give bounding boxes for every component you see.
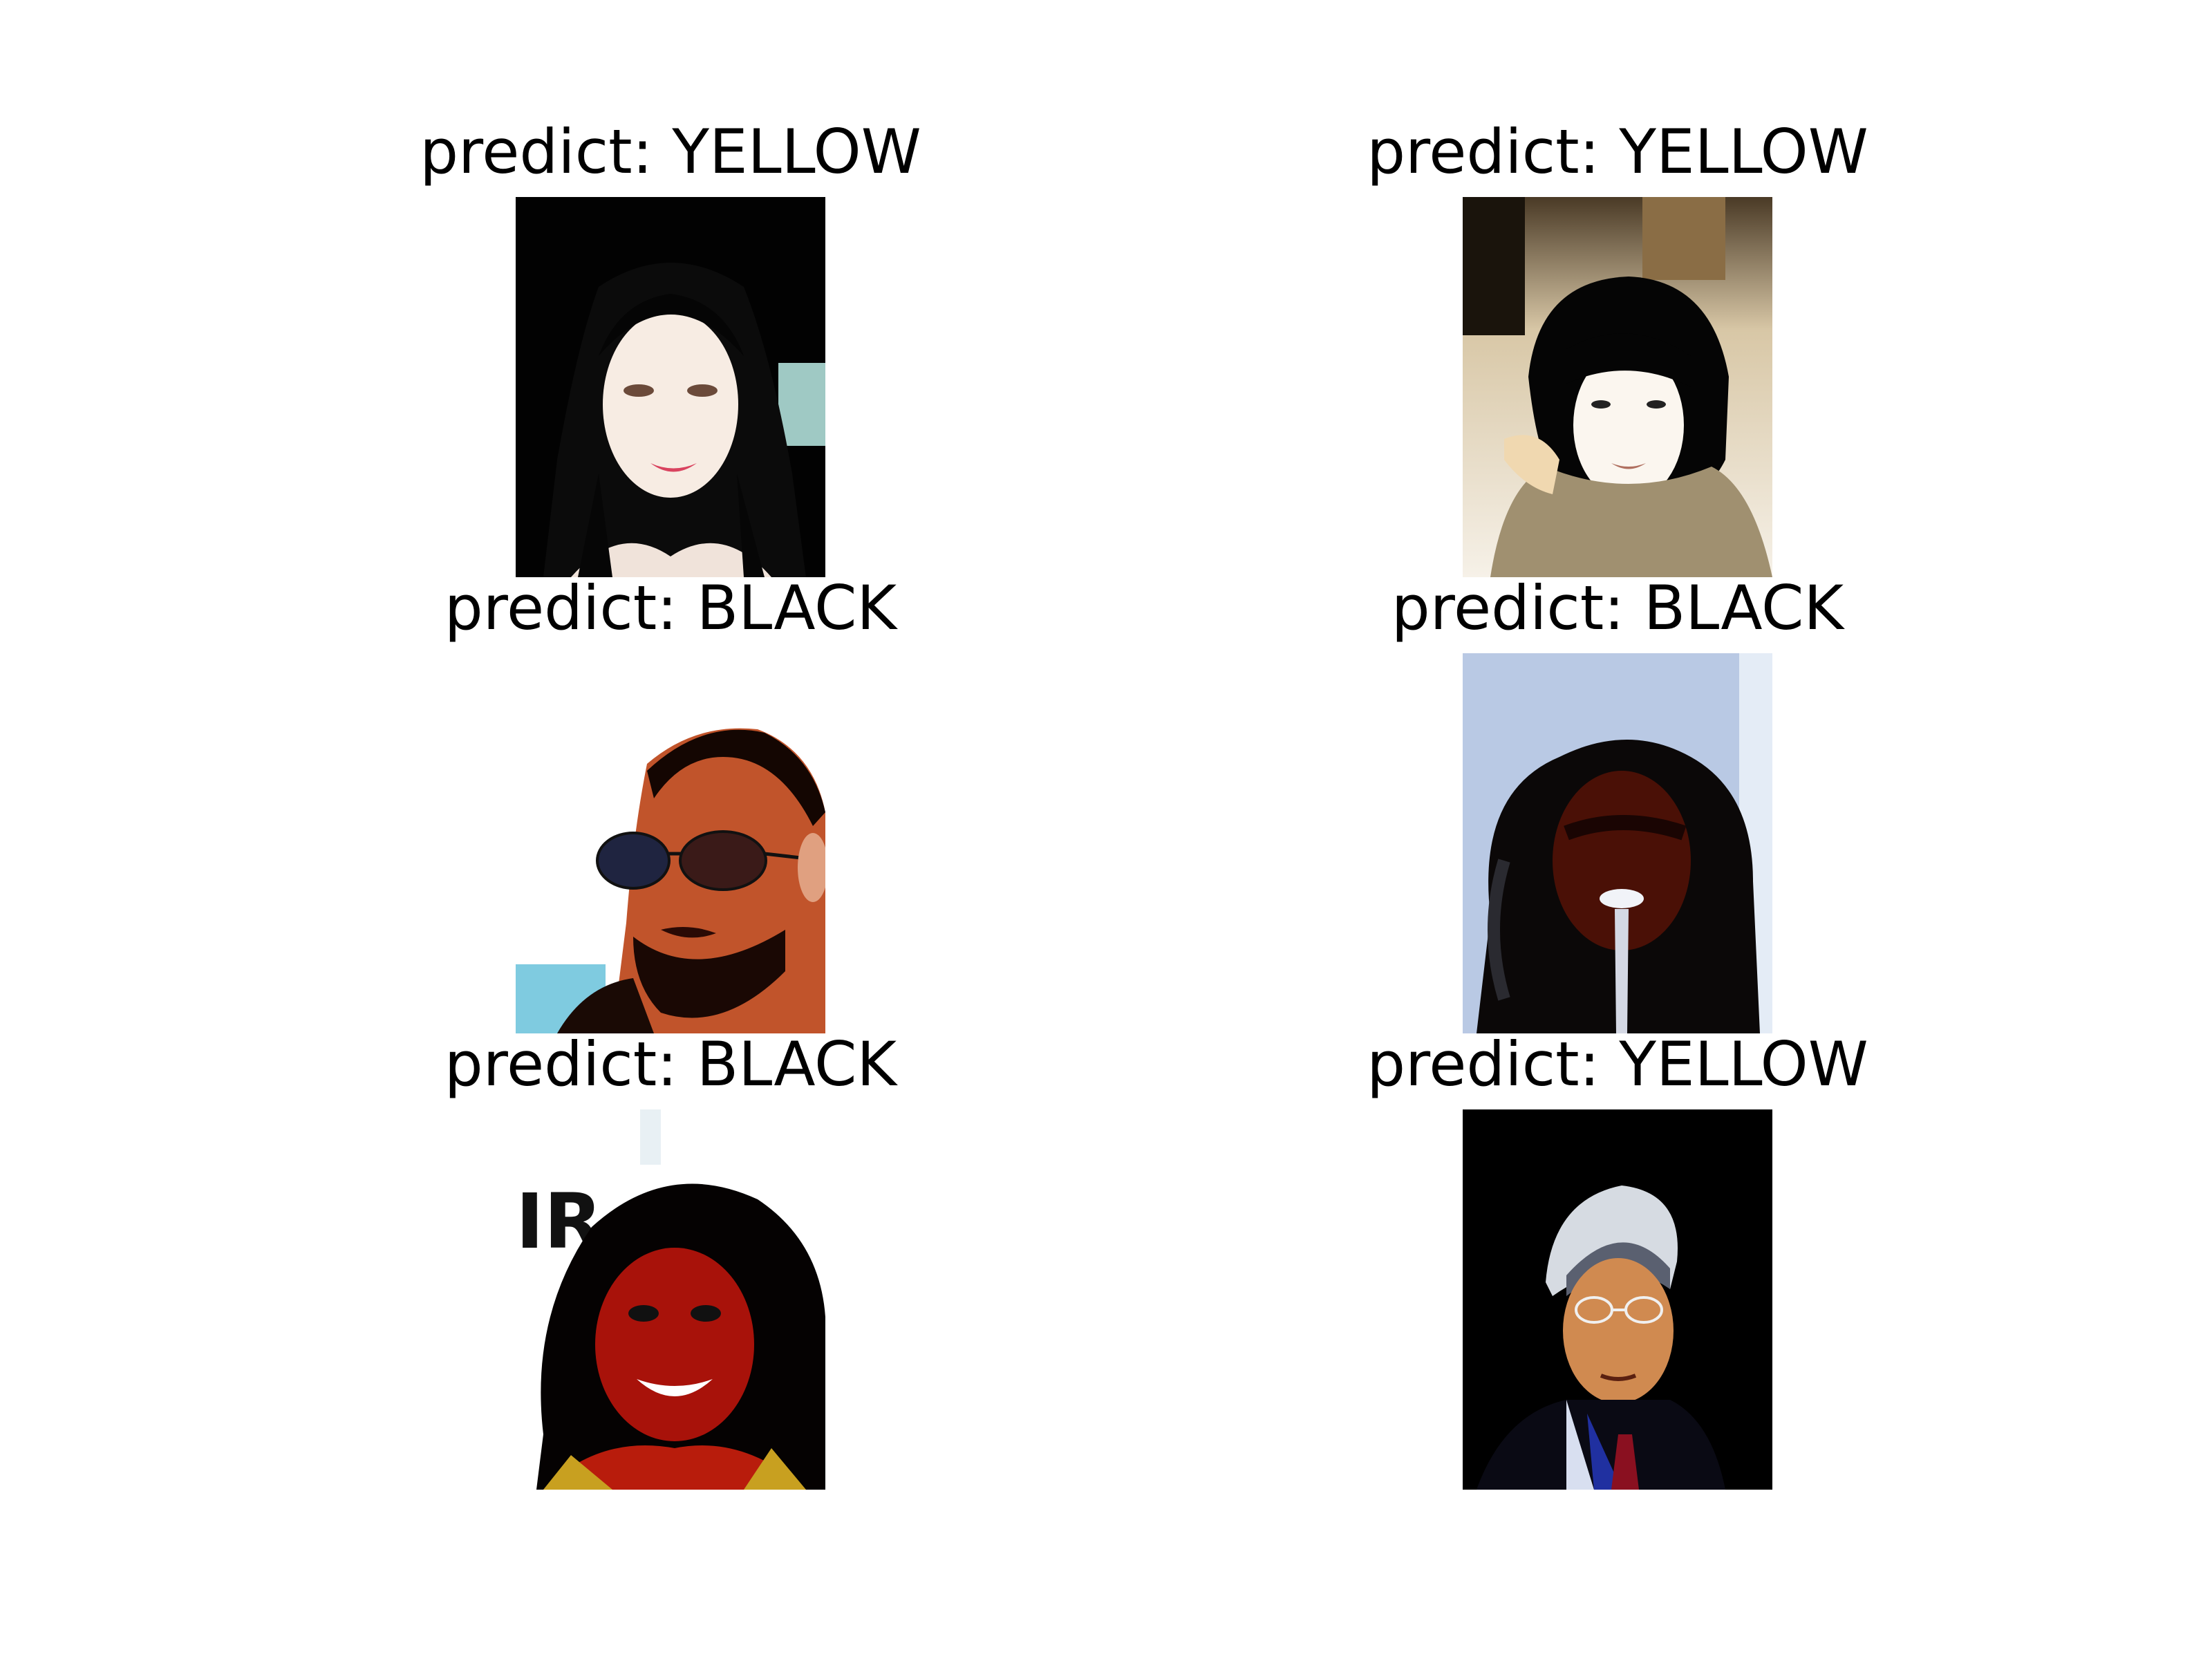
- prediction-panel-3: predict: BLACK: [290, 574, 1051, 1058]
- panel-title-4: predict: BLACK: [1391, 572, 1844, 644]
- prediction-panel-5: predict: BLACK IR: [290, 1030, 1051, 1514]
- prediction-panel-2: predict: YELLOW: [1237, 118, 1998, 601]
- panel-title-2: predict: YELLOW: [1367, 116, 1868, 187]
- face-photo-1: [516, 197, 825, 577]
- face-photo-6: [1463, 1109, 1772, 1490]
- prediction-panel-6: predict: YELLOW: [1237, 1030, 1998, 1514]
- prediction-panel-4: predict: BLACK: [1237, 574, 1998, 1058]
- panel-title-1: predict: YELLOW: [420, 116, 921, 187]
- figure-canvas: { "panels": [ { "title": "predict: YELLO…: [0, 0, 2212, 1659]
- prediction-panel-1: predict: YELLOW: [290, 118, 1051, 601]
- panel-title-6: predict: YELLOW: [1367, 1029, 1868, 1100]
- face-photo-3: [516, 653, 825, 1033]
- panel-title-5: predict: BLACK: [444, 1029, 897, 1100]
- face-photo-5: IR: [516, 1109, 825, 1490]
- face-photo-2: [1463, 197, 1772, 577]
- face-photo-4: [1463, 653, 1772, 1033]
- panel-title-3: predict: BLACK: [444, 572, 897, 644]
